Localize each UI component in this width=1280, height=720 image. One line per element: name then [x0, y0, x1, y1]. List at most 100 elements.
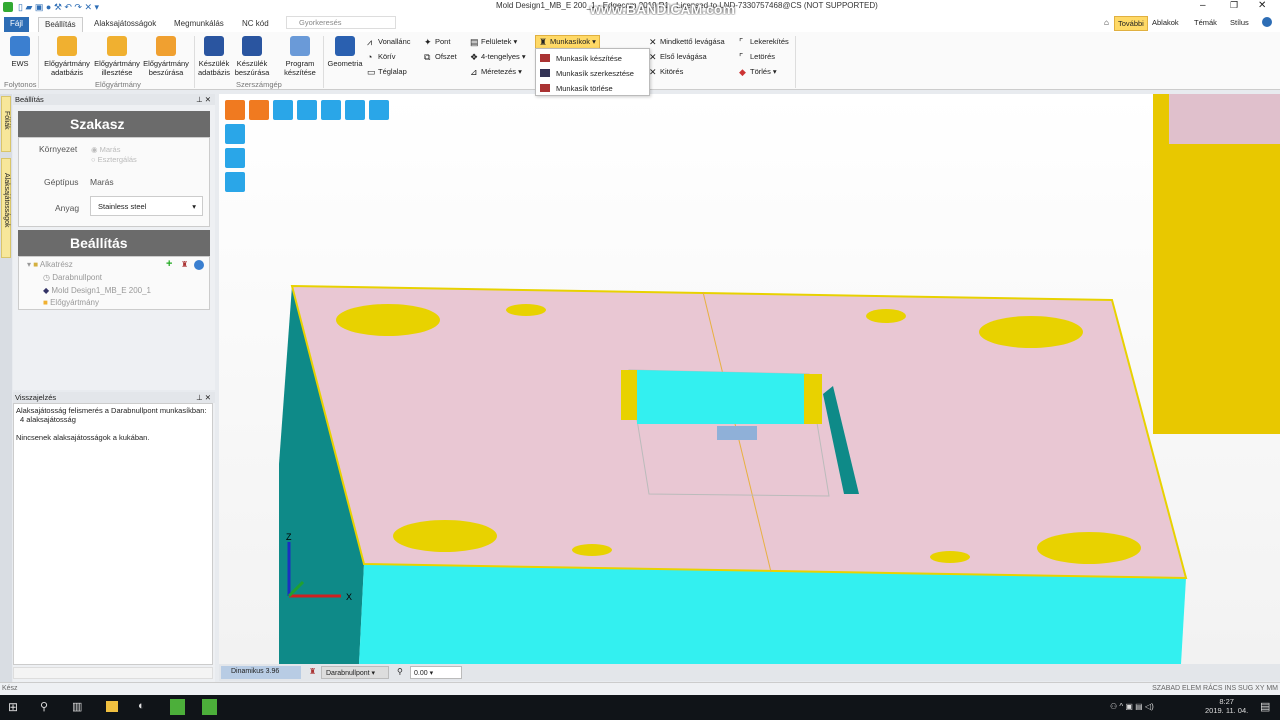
tree-item-model[interactable]: ◆ Mold Design1_MB_E 200_1	[43, 286, 151, 295]
vonallanc-button[interactable]: ⩘ Vonallánc	[367, 37, 411, 47]
stilus-menu[interactable]: Stílus	[1230, 18, 1249, 27]
lekerekites-button[interactable]: ⌜ Lekerekítés	[739, 37, 789, 47]
workplane-icon[interactable]: ♜	[181, 260, 188, 269]
minimize-button[interactable]: –	[1200, 0, 1206, 11]
front-face	[359, 564, 1186, 664]
maximize-button[interactable]: ❐	[1230, 0, 1238, 11]
tree-item-alkatresz[interactable]: ▾ ■ Alkatrész	[27, 260, 73, 269]
kornyezet-label: Környezet	[39, 144, 78, 154]
torles-button[interactable]: ◆ Törlés ▾	[739, 67, 777, 77]
label: Készülék beszúrása	[234, 59, 270, 77]
teglalap-button[interactable]: ▭ Téglalap	[367, 67, 407, 77]
label: Méretezés	[481, 67, 517, 76]
anyag-select[interactable]: Stainless steel ▾	[90, 196, 203, 216]
tovabbi-button[interactable]: További	[1114, 16, 1148, 31]
feluletek-button[interactable]: ▤ Felületek ▾	[470, 37, 517, 47]
tab-megmunkalas[interactable]: Megmunkálás	[168, 17, 230, 32]
ablakok-menu[interactable]: Ablakok	[1152, 18, 1179, 27]
edgecam-icon[interactable]	[202, 699, 217, 715]
quick-search-input[interactable]: Gyorkeresés	[286, 16, 396, 29]
mindketto-levagasa-button[interactable]: ✕ Mindkettő levágása	[649, 37, 725, 47]
close-button[interactable]: ✕	[1258, 0, 1266, 11]
elogyartmany-beszurasa-button[interactable]: Előgyártmány beszúrása	[142, 36, 190, 77]
status-bar: Kész SZABAD ELEM RÁCS INS SUG XY MM	[0, 682, 1280, 695]
label: Ofszet	[435, 52, 457, 61]
model-part	[279, 94, 1280, 664]
model-canvas: Z X	[279, 94, 1280, 664]
kitores-button[interactable]: ✕ Kitörés	[649, 67, 683, 77]
search-icon[interactable]: ⚲	[40, 700, 48, 713]
tree-item-darabnullpont[interactable]: ◷ Darabnullpont	[43, 273, 102, 282]
chevron-down-icon: ▾	[192, 202, 196, 211]
ews-button[interactable]: EWS	[6, 36, 34, 68]
info-icon[interactable]	[194, 260, 204, 270]
menu-item-munkasik-torlese[interactable]: Munkasík törlése	[540, 84, 613, 93]
tab-beallitas[interactable]: Beállítás	[38, 17, 83, 32]
tab-nc-kod[interactable]: NC kód	[236, 17, 275, 32]
render-mode[interactable]: Dinamikus 3.96	[221, 666, 301, 679]
section-beallitas[interactable]: Beállítás	[18, 230, 210, 256]
offset-icon: ⧉	[424, 52, 431, 62]
pin-close-icons[interactable]: ⊥ ✕	[196, 95, 211, 104]
geometria-button[interactable]: Geometria	[326, 36, 364, 68]
tab-file[interactable]: Fájl	[4, 17, 29, 32]
trim-both-icon: ✕	[649, 37, 657, 47]
label: Előgyártmány adatbázis	[44, 59, 90, 77]
divider	[795, 36, 796, 88]
quick-access-toolbar[interactable]: ▯ ▰ ▣ ● ⚒ ↶ ↷ ✕ ▾	[18, 2, 168, 12]
radio-esztergalas[interactable]: ○ Esztergálás	[91, 155, 137, 164]
home-icon[interactable]: ⌂	[1104, 18, 1109, 27]
menu-item-munkasik-keszitese[interactable]: Munkasík készítése	[540, 54, 622, 63]
section-szakasz[interactable]: Szakasz	[18, 111, 210, 137]
app-icon[interactable]: ◐	[138, 700, 145, 712]
elso-levagasa-button[interactable]: ✕ Első levágása	[649, 52, 707, 62]
tree-item-elogyartmany[interactable]: ■ Előgyártmány	[43, 298, 99, 307]
windows-start-icon[interactable]: ⊞	[8, 700, 18, 714]
elogyartmany-adatbazis-button[interactable]: Előgyártmány adatbázis	[43, 36, 91, 77]
program-keszitese-button[interactable]: Program készítése	[280, 36, 320, 77]
keszulek-adatbazis-button[interactable]: Készülék adatbázis	[196, 36, 232, 77]
date: 2019. 11. 04.	[1205, 706, 1249, 715]
label: Letörés	[750, 52, 776, 61]
notifications-icon[interactable]: ▤	[1260, 700, 1270, 713]
edgecam-icon[interactable]	[170, 699, 185, 715]
fixture-insert-icon	[242, 36, 262, 56]
menu-item-munkasik-szerkesztese[interactable]: Munkasík szerkesztése	[540, 69, 634, 78]
tab-foliak[interactable]: Fóliák	[1, 96, 11, 152]
radio-maras[interactable]: ◉ Marás	[91, 145, 120, 154]
meretezes-button[interactable]: ⊿ Méretezés ▾	[470, 67, 522, 77]
label: 4-tengelyes	[481, 52, 520, 61]
depth-input[interactable]: 0.00 ▾	[410, 666, 462, 679]
pont-button[interactable]: ✦ Pont	[424, 37, 450, 47]
task-view-icon[interactable]: ▥	[72, 700, 82, 713]
hole	[1037, 532, 1141, 564]
tab-alaksajatossagok[interactable]: Alaksajátosságok	[88, 17, 162, 32]
3d-viewport[interactable]: Z X	[219, 94, 1280, 664]
help-icon[interactable]	[1262, 17, 1272, 27]
label: Pont	[435, 37, 451, 46]
label: Darabnullpont	[52, 273, 103, 282]
pin-close-icons[interactable]: ⊥ ✕	[196, 393, 211, 402]
letores-button[interactable]: ⌜ Letörés	[739, 52, 775, 62]
file-explorer-icon[interactable]	[106, 701, 118, 712]
horizontal-scrollbar[interactable]	[13, 667, 213, 679]
add-icon[interactable]: +	[166, 258, 172, 270]
temak-menu[interactable]: Témák	[1194, 18, 1217, 27]
pocket-corner	[804, 374, 822, 424]
munkasikok-dropdown[interactable]: ♜ Munkasíkok ▾	[535, 35, 600, 49]
koriv-button[interactable]: ◔ Körív	[367, 52, 396, 62]
pocket-corner	[621, 370, 637, 420]
clock[interactable]: 8:27 2019. 11. 04.	[1205, 697, 1248, 715]
workplane-select[interactable]: Darabnullpont ▾	[321, 666, 389, 679]
feedback-blank	[16, 424, 210, 433]
tab-alaksajatossagok-side[interactable]: Alaksajátosságok	[1, 158, 11, 258]
4-tengelyes-button[interactable]: ❖ 4-tengelyes ▾	[470, 52, 526, 62]
group-elogyartmany: Előgyártmány	[95, 80, 141, 89]
system-tray-icons[interactable]: ⚇ ^ ▣ ▤ ◁)	[1110, 702, 1154, 711]
hole	[336, 304, 440, 336]
workplane-create-icon	[540, 54, 550, 62]
elogyartmany-illesztese-button[interactable]: Előgyártmány illesztése	[93, 36, 141, 77]
keszulek-beszurasa-button[interactable]: Készülék beszúrása	[233, 36, 271, 77]
workplane-marker	[717, 426, 757, 440]
ofszet-button[interactable]: ⧉ Ofszet	[424, 52, 457, 62]
